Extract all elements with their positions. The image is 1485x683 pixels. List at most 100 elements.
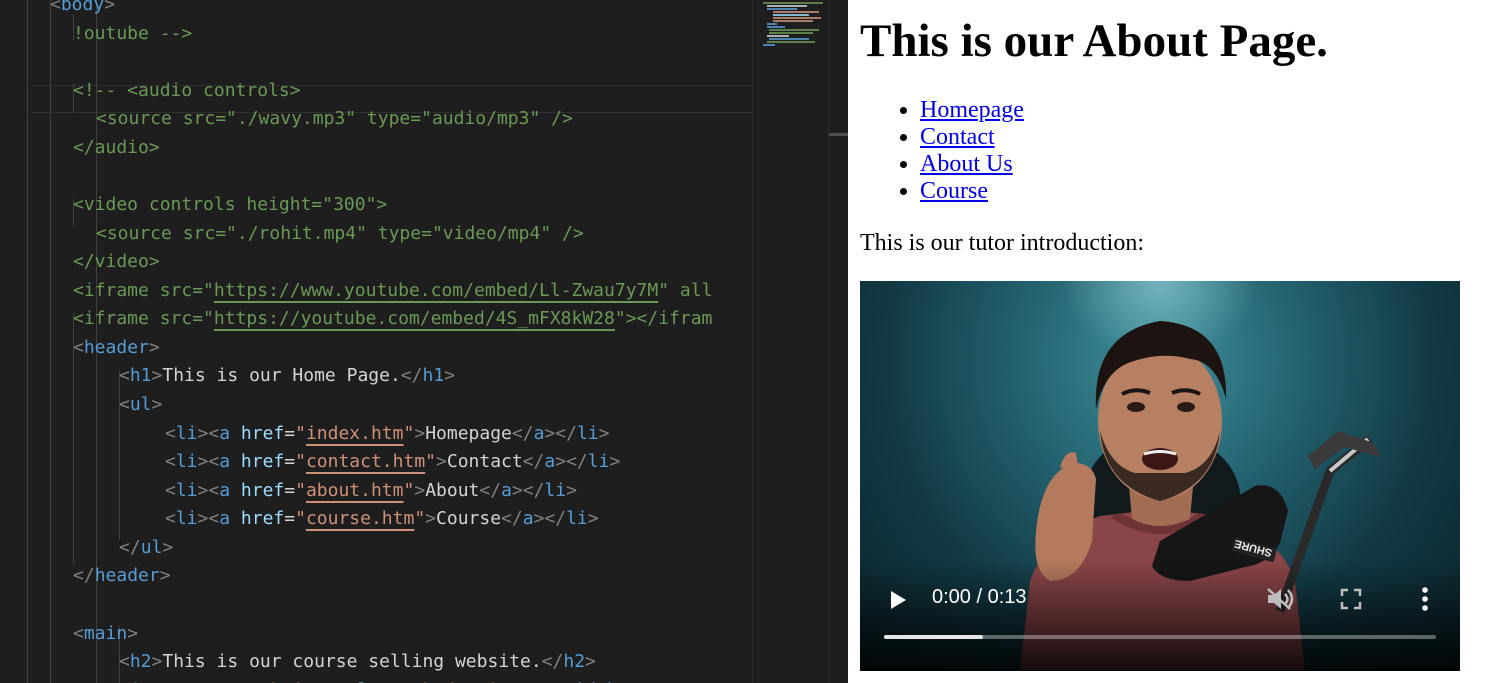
code-line[interactable]: </header>	[73, 562, 171, 590]
code-token: !outube -->	[73, 22, 193, 44]
code-line[interactable]: <iframe src="https://youtube.com/embed/4…	[73, 305, 712, 333]
code-line[interactable]: <li><a href="about.htm">About</a></li>	[165, 477, 577, 505]
code-token: about.htm	[305, 479, 404, 501]
more-vertical-icon[interactable]	[1420, 586, 1430, 612]
minimap-line	[767, 26, 785, 28]
code-token: "	[295, 508, 306, 530]
code-token: </	[73, 565, 95, 587]
code-token: >	[151, 365, 163, 387]
code-token: <	[119, 393, 130, 415]
code-token: li	[544, 479, 567, 501]
code-token: <	[50, 0, 61, 15]
code-line[interactable]: <source src="./wavy.mp3" type="audio/mp3…	[96, 105, 573, 133]
minimap-line	[773, 17, 821, 19]
code-token: li	[566, 508, 588, 530]
minimap-line	[769, 38, 809, 40]
code-line[interactable]: </audio>	[73, 134, 160, 162]
code-token: li	[576, 422, 599, 444]
code-token: a	[544, 451, 556, 473]
code-token: a	[219, 479, 231, 501]
code-token: a	[533, 422, 545, 444]
minimap-line	[763, 2, 823, 4]
nav-link-homepage[interactable]: Homepage	[920, 97, 1024, 123]
code-token: "	[414, 508, 426, 530]
code-token: li	[587, 451, 610, 473]
code-token: ><	[197, 422, 220, 444]
code-line[interactable]: <main>	[73, 620, 138, 648]
minimap[interactable]	[752, 0, 828, 683]
nav-link-course[interactable]: Course	[920, 178, 988, 204]
code-token: a	[501, 479, 512, 501]
code-line[interactable]: <header>	[73, 334, 160, 362]
code-token: </	[119, 536, 141, 558]
nav-link-contact[interactable]: Contact	[920, 124, 995, 150]
code-token: Homepage	[425, 422, 512, 444]
code-line[interactable]: </ul>	[119, 534, 173, 562]
nav-item: About Us	[920, 151, 1024, 178]
code-token: </video>	[73, 251, 160, 273]
code-line[interactable]: <li><a href="contact.htm">Contact</a></l…	[165, 448, 620, 476]
code-token: </	[541, 651, 564, 673]
code-token: ><	[197, 508, 220, 530]
code-token: >	[585, 651, 596, 673]
code-line[interactable]: <source src="./rohit.mp4" type="video/mp…	[96, 220, 584, 248]
code-token: <	[165, 451, 176, 473]
code-token: </	[522, 451, 545, 473]
code-token: li	[175, 508, 198, 530]
code-line[interactable]: <iframe src="https://www.youtube.com/emb…	[73, 277, 712, 305]
code-token: href	[240, 479, 285, 501]
code-token: >	[436, 451, 447, 473]
nav-list: Homepage Contact About Us Course	[920, 97, 1024, 205]
video-player[interactable]: SHURE 0:00 / 0:13	[860, 281, 1460, 671]
browser-preview: This is our About Page. Homepage Contact…	[848, 0, 1485, 683]
editor-scrollbar[interactable]	[828, 0, 849, 683]
code-token: https://youtube.com/embed/4S_mFX8kW28	[213, 308, 615, 330]
code-line[interactable]: !outube -->	[73, 20, 192, 48]
code-editor[interactable]: <body> !outube --> <!-- <audio controls> <s…	[0, 0, 752, 683]
code-token: >	[609, 451, 621, 473]
code-token: <	[165, 508, 176, 530]
code-token: href	[240, 451, 285, 473]
code-line[interactable]: <video controls height="300">	[73, 191, 387, 219]
code-line[interactable]: <h2>This is our course selling website.<…	[119, 648, 596, 676]
minimap-line	[773, 20, 813, 22]
volume-muted-icon[interactable]	[1266, 587, 1294, 611]
code-token: <source src="./rohit.mp4" type="video/mp…	[96, 222, 584, 244]
code-token: </	[501, 508, 523, 530]
nav-item: Course	[920, 178, 1024, 205]
code-line[interactable]: <li><a href="index.htm">Homepage</a></li…	[165, 420, 609, 448]
code-token: <source src="./wavy.mp3" type="audio/mp3…	[96, 108, 573, 130]
code-token: href	[240, 508, 285, 530]
progress-bar[interactable]	[884, 635, 1436, 639]
code-token: <	[119, 365, 130, 387]
code-line[interactable]: <li><a href="course.htm">Course</a></li>	[165, 505, 599, 533]
code-line[interactable]: </video>	[73, 248, 160, 276]
code-token: >	[414, 422, 426, 444]
scrollbar-thumb[interactable]	[829, 133, 849, 136]
code-token: ></	[511, 479, 545, 501]
nav-link-about[interactable]: About Us	[920, 151, 1013, 177]
code-token: body	[60, 0, 105, 15]
code-token: "	[295, 422, 306, 444]
fullscreen-icon[interactable]	[1340, 588, 1362, 610]
minimap-line	[767, 23, 777, 25]
code-token: <	[119, 651, 130, 673]
code-token: ul	[140, 536, 163, 558]
code-token: <	[73, 622, 84, 644]
minimap-line	[763, 44, 775, 46]
code-line[interactable]: <img src="./web.jpg" alt="web dev image"…	[119, 677, 693, 683]
code-token: This is our course selling website.	[162, 651, 542, 673]
code-line[interactable]: <h1>This is our Home Page.</h1>	[119, 362, 455, 390]
code-token: index.htm	[305, 422, 404, 444]
code-token: >	[127, 622, 139, 644]
code-line[interactable]: <ul>	[119, 391, 162, 419]
code-token: h1	[129, 365, 152, 387]
code-line[interactable]: <!-- <audio controls>	[73, 77, 301, 105]
code-token: "	[403, 422, 415, 444]
code-line[interactable]: <body>	[50, 0, 115, 19]
minimap-line	[773, 14, 809, 16]
code-token: a	[219, 508, 231, 530]
code-token: https://www.youtube.com/embed/Ll-Zwau7y7…	[213, 279, 659, 301]
play-icon[interactable]	[888, 589, 908, 611]
code-token: This is our Home Page.	[162, 365, 401, 387]
